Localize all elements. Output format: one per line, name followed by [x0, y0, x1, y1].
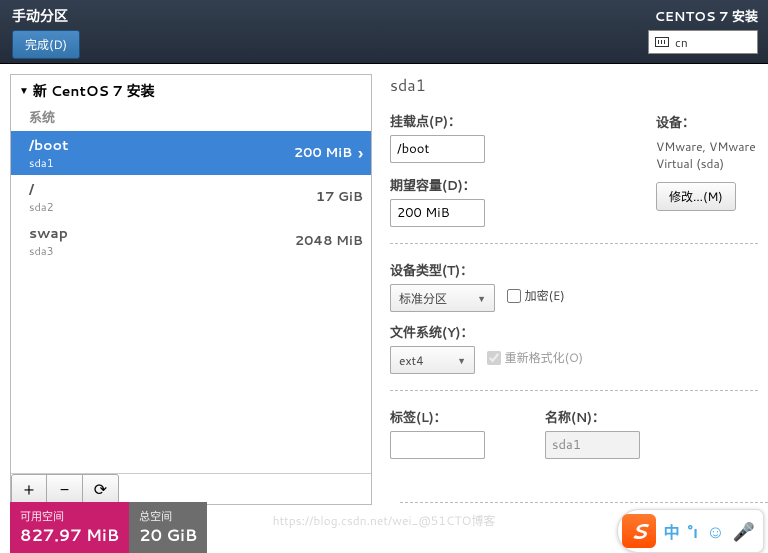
ime-logo-icon: S	[622, 514, 656, 548]
divider	[390, 390, 758, 391]
ime-mode[interactable]: 中	[664, 519, 680, 544]
available-value: 827.97 MiB	[20, 524, 119, 547]
encrypt-label: 加密(E)	[525, 287, 565, 304]
name-input	[545, 431, 640, 459]
reformat-checkbox-row[interactable]: 重新格式化(O)	[487, 349, 584, 366]
tree-section-system: 系统	[11, 105, 371, 131]
header-left: 手动分区 完成(D)	[12, 6, 80, 59]
keyboard-layout-selector[interactable]: cn	[648, 30, 758, 54]
reformat-label: 重新格式化(O)	[505, 349, 584, 366]
installer-title: CENTOS 7 安装	[648, 6, 758, 26]
mountpoint-row-swap[interactable]: swap sda3 2048 MiB	[11, 219, 371, 263]
header-right: CENTOS 7 安装 cn	[648, 6, 758, 54]
capacity-input[interactable]	[390, 199, 485, 227]
dropdown-icon: ▼	[457, 354, 466, 367]
total-label: 总空间	[139, 508, 197, 524]
mountpoint-path: swap	[29, 223, 285, 243]
partition-details-panel: sda1 挂载点(P)： 期望容量(D)： 设备： VMware, VMware…	[376, 64, 768, 505]
mountpoint-path: /	[29, 179, 285, 199]
install-root-label: 新 CentOS 7 安装	[33, 81, 155, 101]
divider	[390, 243, 758, 244]
mountpoint-device: sda2	[29, 199, 285, 215]
partition-toolbar: + − ⟳	[11, 473, 371, 504]
devices-label: 设备：	[656, 112, 768, 132]
details-heading: sda1	[390, 74, 758, 97]
encrypt-checkbox[interactable]	[507, 289, 521, 303]
mountpoint-row-root[interactable]: / sda2 17 GiB	[11, 175, 371, 219]
partition-tree-panel: ▼ 新 CentOS 7 安装 系统 /boot sda1 200 MiB › …	[0, 64, 376, 505]
keyboard-layout-text: cn	[675, 34, 688, 51]
available-space-block: 可用空间 827.97 MiB	[10, 502, 129, 553]
mountpoint-size: 2048 MiB	[285, 232, 363, 250]
mountpoint-device: sda1	[29, 155, 274, 171]
label-input[interactable]	[390, 431, 485, 459]
device-type-select[interactable]: 标准分区 ▼	[390, 284, 495, 312]
mountpoint-size: 200 MiB	[274, 144, 352, 162]
partition-tree: ▼ 新 CentOS 7 安装 系统 /boot sda1 200 MiB › …	[10, 74, 372, 505]
device-type-label: 设备类型(T)：	[390, 260, 758, 280]
devices-block: 设备： VMware, VMware Virtual (sda) 修改...(M…	[656, 112, 768, 211]
ime-face-icon[interactable]: ☺	[706, 518, 724, 544]
ime-mic-icon[interactable]: 🎤	[733, 518, 755, 544]
mountpoint-input[interactable]	[390, 135, 485, 163]
page-title: 手动分区	[12, 6, 80, 26]
filesystem-select[interactable]: ext4 ▼	[390, 346, 475, 374]
mountpoint-label: 挂载点(P)：	[390, 111, 485, 131]
ime-toolbar[interactable]: S 中 °ı ☺ 🎤	[617, 509, 764, 553]
filesystem-label: 文件系统(Y)：	[390, 322, 758, 342]
divider	[400, 502, 768, 503]
add-partition-button[interactable]: +	[11, 474, 47, 504]
filesystem-value: ext4	[399, 352, 424, 369]
keyboard-icon	[655, 37, 669, 47]
available-label: 可用空间	[20, 508, 119, 524]
done-button[interactable]: 完成(D)	[12, 30, 80, 59]
encrypt-checkbox-row[interactable]: 加密(E)	[507, 287, 565, 304]
total-value: 20 GiB	[139, 524, 197, 547]
name-label: 名称(N)：	[545, 407, 640, 427]
space-footer: 可用空间 827.97 MiB 总空间 20 GiB	[10, 502, 207, 553]
mountpoint-row-boot[interactable]: /boot sda1 200 MiB ›	[11, 131, 371, 175]
ime-punct-icon[interactable]: °ı	[688, 518, 699, 544]
devices-text: VMware, VMware Virtual (sda)	[656, 138, 768, 172]
capacity-label: 期望容量(D)：	[390, 175, 485, 195]
mountpoint-device: sda3	[29, 243, 285, 259]
device-type-value: 标准分区	[399, 290, 447, 307]
installer-header: 手动分区 完成(D) CENTOS 7 安装 cn	[0, 0, 768, 64]
mountpoint-path: /boot	[29, 135, 274, 155]
dropdown-icon: ▼	[477, 292, 486, 305]
total-space-block: 总空间 20 GiB	[129, 502, 207, 553]
chevron-right-icon: ›	[358, 142, 363, 165]
watermark-text: https://blog.csdn.net/wei_@51CTO博客	[273, 512, 496, 529]
main-area: ▼ 新 CentOS 7 安装 系统 /boot sda1 200 MiB › …	[0, 64, 768, 505]
refresh-button[interactable]: ⟳	[83, 474, 119, 504]
modify-devices-button[interactable]: 修改...(M)	[656, 182, 736, 211]
label-label: 标签(L)：	[390, 407, 485, 427]
remove-partition-button[interactable]: −	[47, 474, 83, 504]
install-root-node[interactable]: ▼ 新 CentOS 7 安装	[11, 75, 371, 105]
mountpoint-size: 17 GiB	[285, 188, 363, 206]
collapse-icon: ▼	[19, 84, 29, 98]
reformat-checkbox[interactable]	[487, 351, 501, 365]
